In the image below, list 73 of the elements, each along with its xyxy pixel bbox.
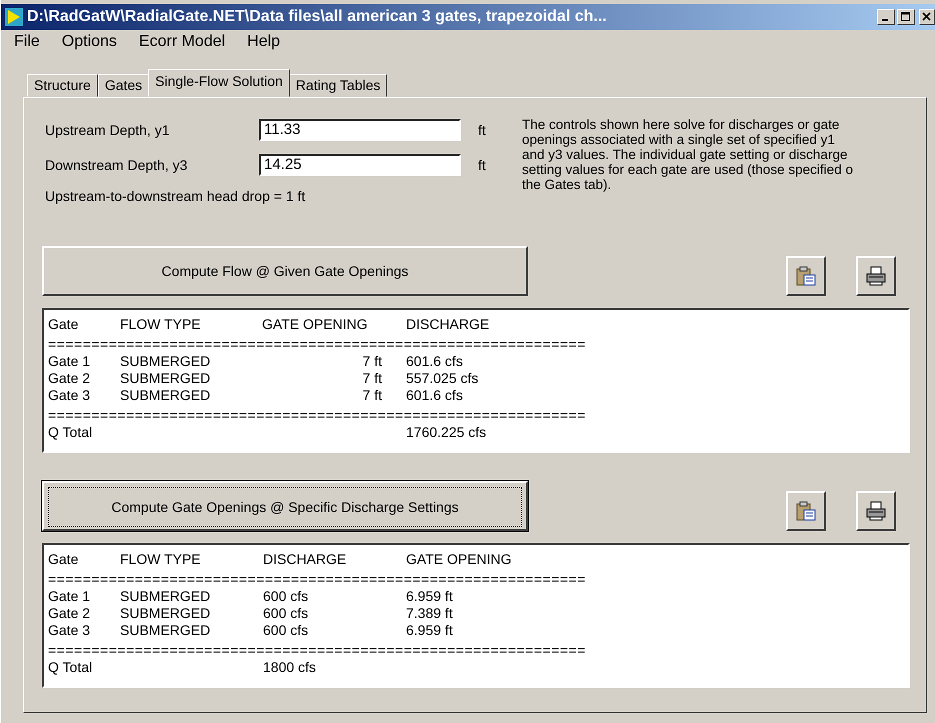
app-icon xyxy=(5,8,23,26)
maximize-button[interactable] xyxy=(897,8,915,25)
print-button[interactable] xyxy=(856,491,896,531)
table-cell: 6.959 ft xyxy=(406,622,453,638)
table-cell: SUBMERGED xyxy=(120,605,210,621)
table-cell: Gate 3 xyxy=(48,387,90,403)
table-cell: 7 ft xyxy=(362,353,382,369)
column-header: FLOW TYPE xyxy=(120,551,202,568)
menu-item[interactable]: Options xyxy=(62,32,117,52)
column-header: FLOW TYPE xyxy=(120,316,202,333)
table-cell: 600 cfs xyxy=(263,588,308,604)
table-cell: 600 cfs xyxy=(263,622,308,638)
tab[interactable]: Structure xyxy=(27,74,98,97)
menu-item[interactable]: Ecorr Model xyxy=(138,32,226,52)
minimize-icon xyxy=(882,19,888,22)
table-cell: 600 cfs xyxy=(263,605,308,621)
close-icon xyxy=(922,12,932,22)
input-field[interactable]: 14.25 xyxy=(259,154,461,176)
table-cell: SUBMERGED xyxy=(120,622,210,638)
column-header: Gate xyxy=(48,316,80,333)
table-cell: 601.6 cfs xyxy=(406,353,463,369)
printer-icon xyxy=(865,265,887,287)
tab[interactable]: Rating Tables xyxy=(288,74,388,97)
menu-item[interactable]: File xyxy=(14,32,40,52)
tab[interactable]: Single-Flow Solution xyxy=(148,69,290,97)
table-cell: 1760.225 cfs xyxy=(406,424,486,440)
column-header: DISCHARGE xyxy=(406,316,490,333)
field-label: Upstream Depth, y1 xyxy=(44,122,170,138)
printer-icon xyxy=(865,500,887,522)
table-cell: SUBMERGED xyxy=(120,387,210,403)
table-cell: Gate 2 xyxy=(48,605,90,621)
column-header: DISCHARGE xyxy=(263,551,348,568)
separator-text: ============================================================== xyxy=(48,406,587,424)
clipboard-icon xyxy=(795,265,817,287)
compute-button[interactable]: Compute Flow @ Given Gate Openings xyxy=(42,246,528,296)
minimize-button[interactable] xyxy=(877,8,895,25)
table-cell: 1800 cfs xyxy=(263,659,316,675)
close-button[interactable] xyxy=(919,8,935,25)
field-label: Downstream Depth, y3 xyxy=(44,156,188,172)
table-cell: SUBMERGED xyxy=(120,588,210,604)
table-cell: Gate 2 xyxy=(48,370,90,386)
table-cell: Gate 1 xyxy=(48,588,90,604)
table-cell: SUBMERGED xyxy=(120,370,210,386)
column-header: GATE OPENING xyxy=(406,551,513,568)
table-cell: SUBMERGED xyxy=(120,353,210,369)
unit-label: ft xyxy=(478,122,486,138)
table-cell: 601.6 cfs xyxy=(406,387,463,403)
window-title: D:\RadGatW\RadialGate.NET\Data files\all american 3 gates, trapezoidal ch... xyxy=(27,8,608,26)
column-header: Gate xyxy=(48,551,80,568)
column-header: GATE OPENING xyxy=(262,316,369,333)
clipboard-icon xyxy=(795,500,817,522)
separator-text: ============================================================== xyxy=(48,641,587,659)
table-cell: 7.389 ft xyxy=(406,605,453,621)
table-cell: Gate 1 xyxy=(48,353,90,369)
unit-label: ft xyxy=(478,156,486,172)
clipboard-button[interactable] xyxy=(786,491,826,531)
print-button[interactable] xyxy=(856,256,896,296)
table-cell: 7 ft xyxy=(362,370,382,386)
table-cell: Gate 3 xyxy=(48,622,90,638)
table-cell: 6.959 ft xyxy=(406,588,453,604)
clipboard-button[interactable] xyxy=(786,256,826,296)
menu-item[interactable]: Help xyxy=(247,32,280,52)
input-field[interactable]: 11.33 xyxy=(259,118,461,140)
separator-text: ============================================================== xyxy=(48,335,587,353)
table-cell: 7 ft xyxy=(362,387,382,403)
head-drop-text: Upstream-to-downstream head drop = 1 ft xyxy=(44,188,306,204)
table-cell: Q Total xyxy=(48,424,92,440)
description-text: The controls shown here solve for discharges or gate openings associated with a single set of specified y1 and y3 values. The individual gate setting or discharge setting values for each gate are used (those specified o the Gates tab). xyxy=(522,117,853,194)
table-cell: Q Total xyxy=(48,659,92,675)
table-cell: 557.025 cfs xyxy=(406,370,478,386)
maximize-icon xyxy=(901,12,911,22)
compute-button[interactable]: Compute Gate Openings @ Specific Discharge Settings xyxy=(42,481,528,531)
separator-text: ============================================================== xyxy=(48,570,587,588)
